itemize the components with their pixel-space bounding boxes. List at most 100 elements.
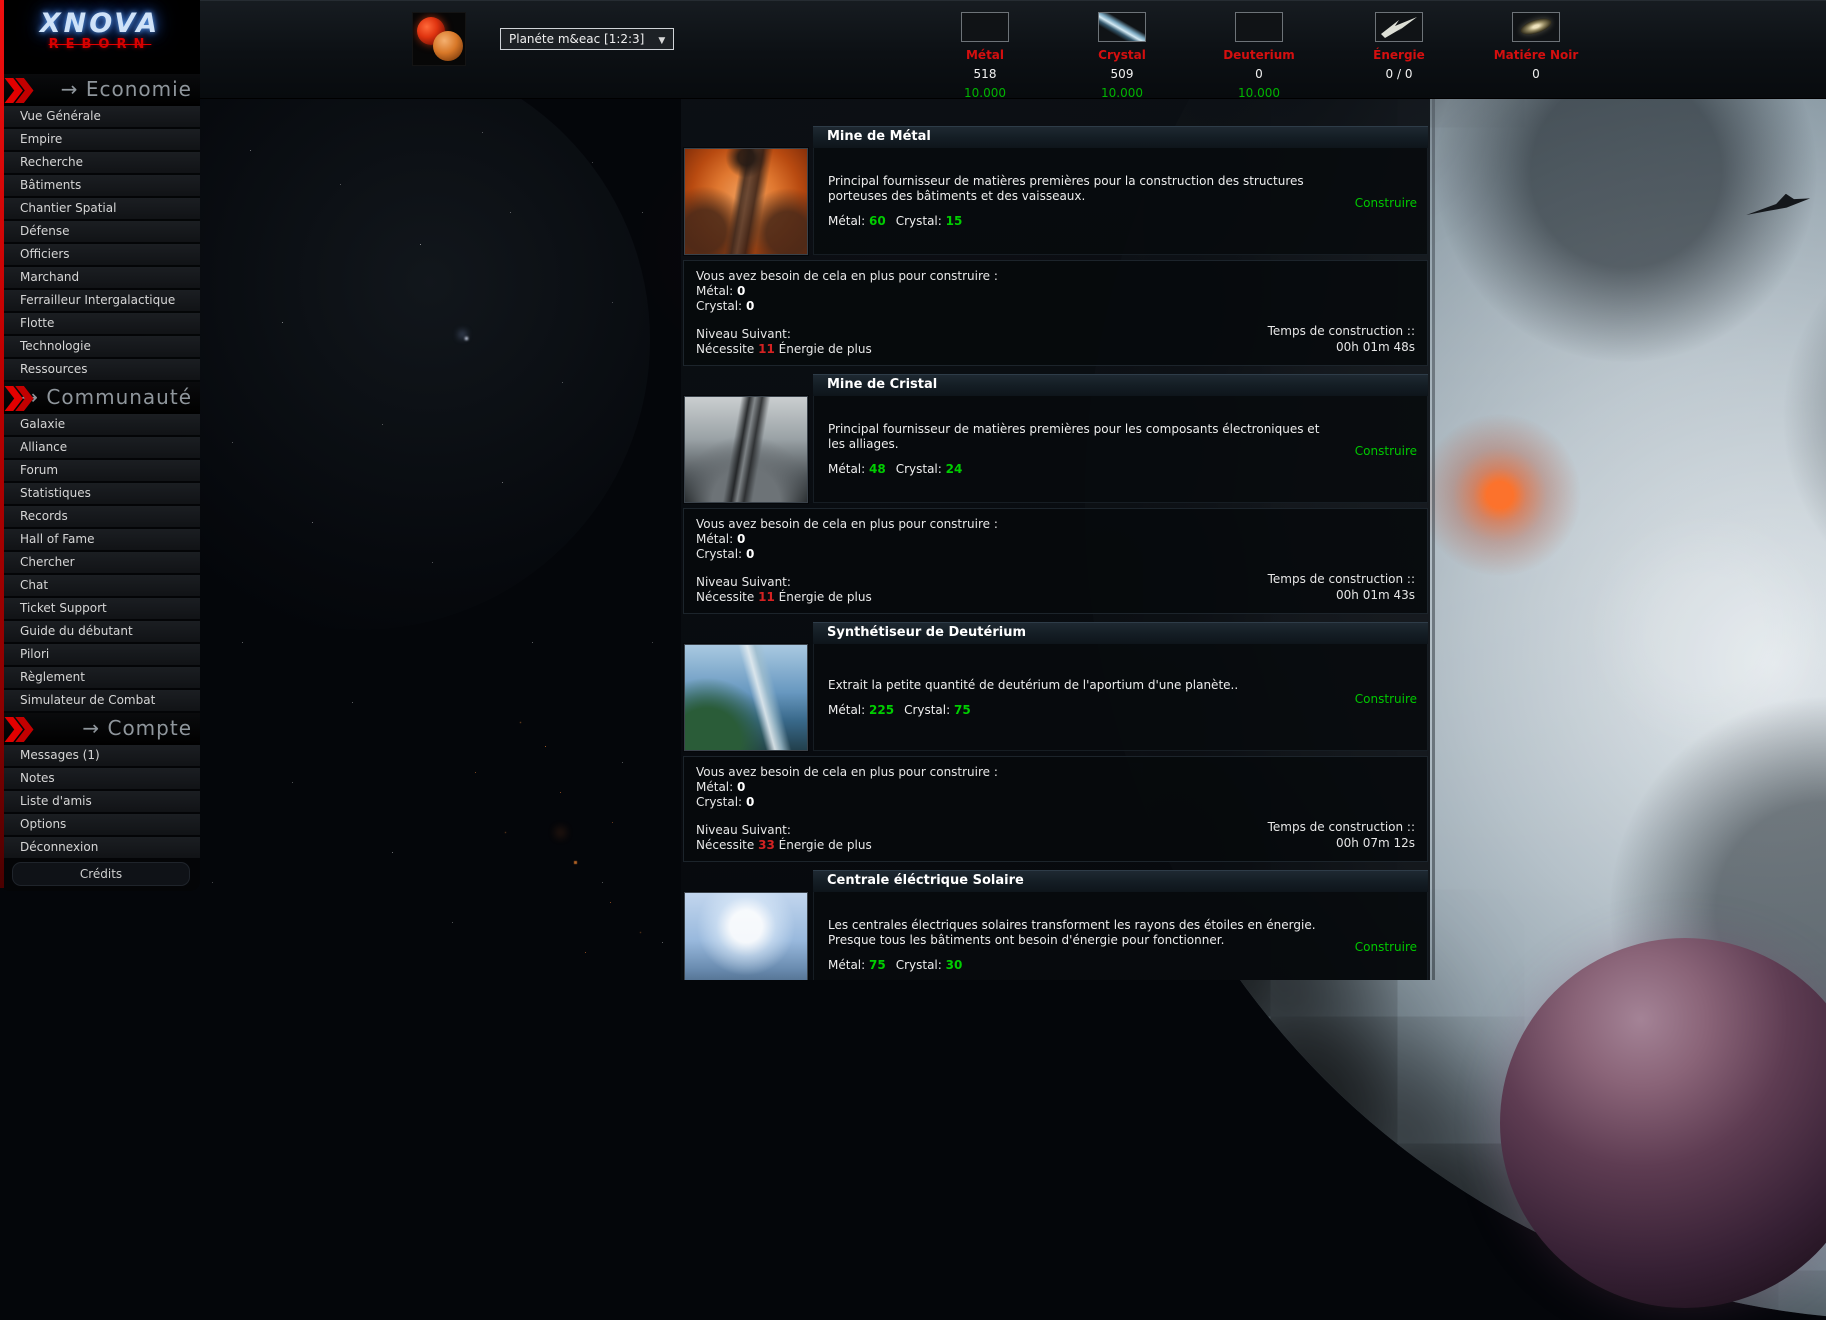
- sidebar-item[interactable]: Pilori: [4, 644, 200, 665]
- metal-icon: [961, 12, 1009, 42]
- sidebar-item[interactable]: Forum: [4, 460, 200, 481]
- planet-selector[interactable]: Planéte m&eac [1:2:3]▼: [500, 28, 674, 50]
- resource-capacity: 10.000: [1197, 86, 1321, 100]
- building-title: Mine de Métal: [813, 126, 1428, 148]
- sidebar-item[interactable]: Défense: [4, 221, 200, 242]
- resource-amount: 509: [1060, 67, 1184, 81]
- building-body: Principal fournisseur de matières premiè…: [813, 396, 1428, 503]
- sidebar-item[interactable]: Ferrailleur Intergalactique: [4, 290, 200, 311]
- crystal-mine-image[interactable]: [684, 396, 808, 503]
- construire-link[interactable]: Construire: [1355, 196, 1417, 210]
- building-block-crystal-mine: Mine de Cristal Principal fournisseur de…: [683, 374, 1428, 614]
- building-body: Les centrales électriques solaires trans…: [813, 892, 1428, 980]
- building-requirements: Vous avez besoin de cela en plus pour co…: [683, 756, 1428, 862]
- logo-title: XNOVA: [0, 8, 200, 39]
- sidebar-item[interactable]: Chantier Spatial: [4, 198, 200, 219]
- sidebar-item[interactable]: Messages (1): [4, 745, 200, 766]
- sidebar-item[interactable]: Technologie: [4, 336, 200, 357]
- sidebar-item[interactable]: Empire: [4, 129, 200, 150]
- sidebar-item[interactable]: Déconnexion: [4, 837, 200, 858]
- sidebar-item[interactable]: Hall of Fame: [4, 529, 200, 550]
- construire-link[interactable]: Construire: [1355, 940, 1417, 954]
- content-scrollbar[interactable]: [1432, 98, 1435, 980]
- sidebar-item[interactable]: Recherche: [4, 152, 200, 173]
- sidebar-item[interactable]: Chercher: [4, 552, 200, 573]
- sidebar-item[interactable]: Galaxie: [4, 414, 200, 435]
- building-requirements: Vous avez besoin de cela en plus pour co…: [683, 260, 1428, 366]
- sidebar-item[interactable]: Officiers: [4, 244, 200, 265]
- sidebar-item[interactable]: Notes: [4, 768, 200, 789]
- sidebar-item[interactable]: Ressources: [4, 359, 200, 380]
- building-requirements: Vous avez besoin de cela en plus pour co…: [683, 508, 1428, 614]
- resource-name: Matiére Noir: [1474, 48, 1598, 62]
- orange-moon-icon: [433, 31, 463, 61]
- building-body: Principal fournisseur de matières premiè…: [813, 148, 1428, 255]
- resource-capacity: 10.000: [1060, 86, 1184, 100]
- crystal-icon: [1098, 12, 1146, 42]
- sidebar-item[interactable]: Vue Générale: [4, 106, 200, 127]
- sidebar-item[interactable]: Records: [4, 506, 200, 527]
- resource-amount: 0: [1197, 67, 1321, 81]
- resource-amount: 0 / 0: [1337, 67, 1461, 81]
- logo-subtitle: REBORN: [0, 37, 200, 52]
- sidebar-item[interactable]: Guide du débutant: [4, 621, 200, 642]
- double-chevron-icon: [3, 716, 37, 743]
- resource-amount: 518: [923, 67, 1047, 81]
- sidebar-item[interactable]: Bâtiments: [4, 175, 200, 196]
- resource-topbar: Planéte m&eac [1:2:3]▼ Métal 518 10.000 …: [200, 0, 1826, 99]
- resource-crystal: Crystal 509 10.000: [1060, 10, 1184, 100]
- building-body: Extrait la petite quantité de deutérium …: [813, 644, 1428, 751]
- construction-time: Temps de construction :: 00h 07m 12s: [1268, 819, 1415, 851]
- buildings-page: Mine de Métal Principal fournisseur de m…: [681, 98, 1430, 980]
- building-title: Centrale éléctrique Solaire: [813, 870, 1428, 892]
- sidebar-item[interactable]: Options: [4, 814, 200, 835]
- resource-energy: Énergie 0 / 0: [1337, 10, 1461, 86]
- building-title: Synthétiseur de Deutérium: [813, 622, 1428, 644]
- sidebar-section-account: → Compte: [0, 713, 200, 745]
- construction-time: Temps de construction :: 00h 01m 43s: [1268, 571, 1415, 603]
- sidebar-item[interactable]: Règlement: [4, 667, 200, 688]
- sidebar-item[interactable]: Liste d'amis: [4, 791, 200, 812]
- account-menu: Messages (1)NotesListe d'amisOptionsDéco…: [0, 745, 200, 858]
- requirements-intro: Vous avez besoin de cela en plus pour co…: [696, 269, 1415, 284]
- building-block-solar-plant: Centrale éléctrique Solaire Les centrale…: [683, 870, 1428, 980]
- metal-mine-image[interactable]: [684, 148, 808, 255]
- building-cost: Métal: 48Crystal: 24: [828, 462, 1332, 476]
- planet-selector-value: Planéte m&eac [1:2:3]: [509, 32, 644, 46]
- construire-link[interactable]: Construire: [1355, 692, 1417, 706]
- sidebar-item[interactable]: Marchand: [4, 267, 200, 288]
- building-block-deuterium-synthesizer: Synthétiseur de Deutérium Extrait la pet…: [683, 622, 1428, 862]
- sidebar-item[interactable]: Alliance: [4, 437, 200, 458]
- planet-thumbnail[interactable]: [412, 12, 466, 66]
- double-chevron-icon: [3, 77, 37, 104]
- sidebar-section-economy: → Economie: [0, 74, 200, 106]
- sidebar-section-community: → Communauté: [0, 382, 200, 414]
- dark-matter-icon: [1512, 12, 1560, 42]
- energy-icon: [1375, 12, 1423, 42]
- building-block-metal-mine: Mine de Métal Principal fournisseur de m…: [683, 126, 1428, 366]
- resource-capacity: 10.000: [923, 86, 1047, 100]
- sidebar-item[interactable]: Chat: [4, 575, 200, 596]
- deuterium-synthesizer-image[interactable]: [684, 644, 808, 751]
- game-logo[interactable]: XNOVA REBORN: [0, 0, 200, 74]
- resource-metal: Métal 518 10.000: [923, 10, 1047, 100]
- double-chevron-icon: [3, 385, 37, 412]
- credits-button[interactable]: Crédits: [12, 862, 190, 886]
- requirements-intro: Vous avez besoin de cela en plus pour co…: [696, 517, 1415, 532]
- construction-time: Temps de construction :: 00h 01m 48s: [1268, 323, 1415, 355]
- resource-amount: 0: [1474, 67, 1598, 81]
- building-description: Principal fournisseur de matières premiè…: [828, 422, 1332, 452]
- resource-name: Énergie: [1337, 48, 1461, 62]
- sidebar-item[interactable]: Flotte: [4, 313, 200, 334]
- building-title: Mine de Cristal: [813, 374, 1428, 396]
- community-menu: GalaxieAllianceForumStatistiquesRecordsH…: [0, 414, 200, 711]
- sidebar: → Economie Vue GénéraleEmpireRechercheBâ…: [0, 74, 200, 891]
- building-cost: Métal: 225Crystal: 75: [828, 703, 1332, 717]
- solar-plant-image[interactable]: [684, 892, 808, 980]
- building-description: Extrait la petite quantité de deutérium …: [828, 678, 1332, 693]
- sidebar-item[interactable]: Ticket Support: [4, 598, 200, 619]
- sidebar-item[interactable]: Statistiques: [4, 483, 200, 504]
- sidebar-item[interactable]: Simulateur de Combat: [4, 690, 200, 711]
- construire-link[interactable]: Construire: [1355, 444, 1417, 458]
- economy-menu: Vue GénéraleEmpireRechercheBâtimentsChan…: [0, 106, 200, 380]
